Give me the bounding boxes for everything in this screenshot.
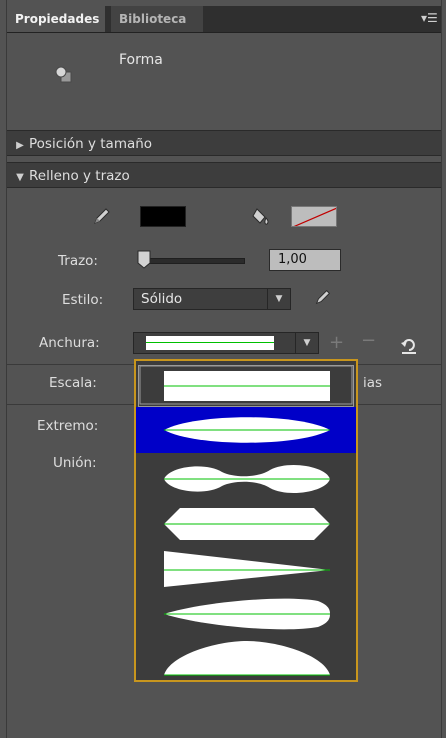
chevron-down-icon: ▼ [267, 289, 290, 309]
shape-icon [55, 66, 75, 90]
stroke-color-swatch[interactable] [140, 206, 186, 227]
width-profile-option-5[interactable] [136, 591, 356, 637]
hexagon-profile-shape [164, 508, 330, 540]
scale-label: Escala: [49, 375, 97, 391]
stroke-width-input[interactable]: 1,00 [269, 249, 341, 271]
width-profile-option-4[interactable] [136, 547, 356, 593]
chevron-down-icon: ▼ [295, 333, 318, 353]
taper-profile-shape [164, 551, 330, 587]
width-profile-option-3[interactable] [136, 501, 356, 547]
expanded-triangle-icon: ▼ [16, 172, 24, 183]
tab-biblioteca[interactable]: Biblioteca [111, 6, 203, 32]
join-label: Unión: [53, 455, 97, 471]
style-dropdown[interactable]: Sólido ▼ [133, 288, 291, 310]
tab-bar: Propiedades Biblioteca ▾☰ [7, 6, 441, 33]
width-profile-option-uniform[interactable] [136, 363, 356, 409]
document-type-label: Forma [119, 52, 163, 68]
section-fill-stroke-label: Relleno y trazo [29, 168, 130, 184]
section-fill-stroke[interactable]: ▼ Relleno y trazo [7, 162, 441, 188]
reset-width-icon[interactable] [399, 335, 419, 359]
tab-propiedades[interactable]: Propiedades [7, 6, 105, 32]
add-width-profile-icon[interactable]: + [329, 332, 344, 353]
edit-stroke-style-pencil-icon[interactable] [313, 287, 333, 311]
stroke-width-slider-thumb[interactable] [135, 249, 153, 273]
width-profile-option-1[interactable] [136, 407, 356, 453]
ellipse-profile-shape [164, 417, 330, 443]
stroke-color-pencil-icon [91, 205, 113, 231]
stroke-width-label: Trazo: [58, 253, 98, 269]
section-position-size-label: Posición y tamaño [29, 136, 153, 152]
properties-panel: Propiedades Biblioteca ▾☰ Forma ▶ Posició… [6, 0, 442, 738]
width-profile-dropdown[interactable]: ▼ [133, 332, 319, 354]
collapsed-triangle-icon: ▶ [16, 140, 24, 151]
tapered-bulge-profile-shape [164, 598, 330, 630]
width-profile-option-2[interactable] [136, 456, 356, 502]
arch-profile-shape [164, 641, 330, 676]
scale-value-partial: ias [363, 375, 383, 391]
fill-color-bucket-icon [251, 206, 273, 232]
cap-label: Extremo: [37, 418, 99, 434]
panel-menu-icon[interactable]: ▾☰ [421, 11, 438, 25]
width-label: Anchura: [39, 335, 100, 351]
fill-color-swatch-none[interactable] [291, 206, 337, 227]
stroke-width-slider-track[interactable] [147, 258, 245, 264]
section-position-size[interactable]: ▶ Posición y tamaño [7, 130, 441, 156]
double-bulge-profile-shape [164, 464, 330, 494]
width-profile-popup [134, 359, 358, 682]
width-profile-option-6[interactable] [136, 635, 356, 681]
width-profile-preview [146, 336, 274, 350]
style-label: Estilo: [62, 292, 104, 308]
remove-width-profile-icon[interactable]: − [361, 330, 376, 351]
uniform-profile-shape [139, 365, 353, 405]
style-dropdown-value: Sólido [141, 291, 183, 307]
